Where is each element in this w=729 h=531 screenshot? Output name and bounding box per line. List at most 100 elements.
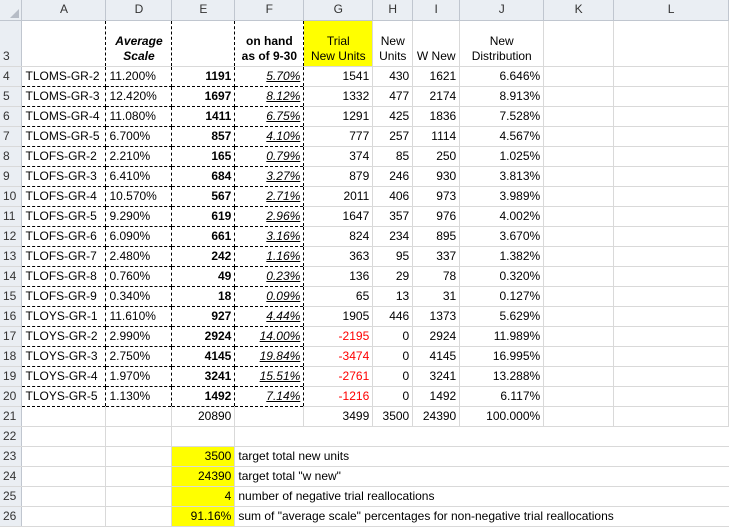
group-name-cell[interactable]: TLOFS-GR-4 [21,186,107,207]
trial-new-units-cell[interactable]: 2011 [303,186,374,207]
new-distribution-cell[interactable]: 11.989% [459,326,545,347]
trial-new-units-cell[interactable]: -1216 [303,386,374,407]
on-hand-percent-cell[interactable]: 8.12% [234,86,305,107]
on-hand-cell[interactable]: 1697 [171,86,236,107]
cell[interactable] [543,366,615,387]
average-scale-cell[interactable]: 11.200% [105,66,173,87]
column-header-k[interactable]: K [543,0,615,21]
column-header-e[interactable]: E [171,0,236,21]
new-units-header[interactable]: New Units [372,20,414,67]
average-scale-cell[interactable]: 6.410% [105,166,173,187]
cell[interactable] [543,226,615,247]
note-text-cell[interactable]: number of negative trial reallocations [234,486,729,507]
cell-k3[interactable] [543,20,615,67]
cell[interactable] [613,146,729,167]
row-header[interactable]: 20 [0,386,23,407]
row-header[interactable]: 10 [0,186,23,207]
w-new-cell[interactable]: 930 [412,166,461,187]
on-hand-percent-cell[interactable]: 0.09% [234,286,305,307]
new-units-cell[interactable]: 0 [372,346,414,367]
trial-new-units-cell[interactable]: 777 [303,126,374,147]
new-units-cell[interactable]: 0 [372,386,414,407]
cell[interactable] [613,326,729,347]
note-value-cell[interactable]: 91.16% [171,506,236,527]
w-new-cell[interactable]: 1114 [412,126,461,147]
average-scale-cell[interactable]: 2.750% [105,346,173,367]
row-header[interactable]: 18 [0,346,23,367]
on-hand-percent-cell[interactable]: 3.16% [234,226,305,247]
group-name-cell[interactable]: TLOFS-GR-7 [21,246,107,267]
on-hand-cell[interactable]: 1411 [171,106,236,127]
trial-new-units-cell[interactable]: 1291 [303,106,374,127]
average-scale-cell[interactable]: 11.080% [105,106,173,127]
new-distribution-cell[interactable]: 3.813% [459,166,545,187]
new-units-cell[interactable]: 357 [372,206,414,227]
column-header-h[interactable]: H [372,0,414,21]
cell[interactable] [21,466,107,487]
cell[interactable] [543,306,615,327]
trial-new-units-cell[interactable]: 1905 [303,306,374,327]
cell[interactable] [543,106,615,127]
new-distribution-cell[interactable]: 8.913% [459,86,545,107]
on-hand-percent-cell[interactable]: 5.70% [234,66,305,87]
w-new-header[interactable]: W New [412,20,461,67]
cell[interactable] [543,126,615,147]
row-header[interactable]: 4 [0,66,23,87]
new-units-cell[interactable]: 0 [372,366,414,387]
cell-l3[interactable] [613,20,729,67]
trial-new-units-cell[interactable]: 824 [303,226,374,247]
cell[interactable] [613,126,729,147]
new-distribution-cell[interactable]: 0.127% [459,286,545,307]
trial-new-units-cell[interactable]: -2761 [303,366,374,387]
cell[interactable] [613,106,729,127]
w-new-cell[interactable]: 4145 [412,346,461,367]
on-hand-cell[interactable]: 1492 [171,386,236,407]
on-hand-total[interactable]: 20890 [171,406,236,427]
new-distribution-cell[interactable]: 16.995% [459,346,545,367]
on-hand-cell[interactable]: 684 [171,166,236,187]
cell[interactable] [105,406,173,427]
on-hand-percent-cell[interactable]: 3.27% [234,166,305,187]
row-header[interactable]: 22 [0,426,23,447]
column-header-g[interactable]: G [303,0,374,21]
trial-new-units-cell[interactable]: 374 [303,146,374,167]
trial-new-units-cell[interactable]: 363 [303,246,374,267]
new-distribution-cell[interactable]: 1.025% [459,146,545,167]
cell[interactable] [21,406,107,427]
row-header[interactable]: 26 [0,506,23,527]
on-hand-percent-cell[interactable]: 19.84% [234,346,305,367]
new-distribution-cell[interactable]: 3.989% [459,186,545,207]
average-scale-cell[interactable]: 10.570% [105,186,173,207]
new-units-cell[interactable]: 0 [372,326,414,347]
cell[interactable] [543,186,615,207]
row-header[interactable]: 14 [0,266,23,287]
column-header-f[interactable]: F [234,0,305,21]
column-header-a[interactable]: A [21,0,107,21]
new-units-cell[interactable]: 477 [372,86,414,107]
on-hand-cell[interactable]: 242 [171,246,236,267]
cell[interactable] [613,226,729,247]
cell[interactable] [21,506,107,527]
w-new-cell[interactable]: 1492 [412,386,461,407]
cell-e3[interactable] [171,20,236,67]
on-hand-percent-cell[interactable]: 4.10% [234,126,305,147]
row-header[interactable]: 9 [0,166,23,187]
new-distribution-cell[interactable]: 0.320% [459,266,545,287]
trial-new-units-cell[interactable]: 1647 [303,206,374,227]
note-value-cell[interactable]: 3500 [171,446,236,467]
on-hand-cell[interactable]: 857 [171,126,236,147]
row-header[interactable]: 25 [0,486,23,507]
on-hand-cell[interactable]: 18 [171,286,236,307]
cell[interactable] [21,426,107,447]
note-text-cell[interactable]: target total new units [234,446,729,467]
group-name-cell[interactable]: TLOFS-GR-8 [21,266,107,287]
row-header[interactable]: 17 [0,326,23,347]
w-new-cell[interactable]: 895 [412,226,461,247]
cell[interactable] [105,486,173,507]
group-name-cell[interactable]: TLOFS-GR-3 [21,166,107,187]
group-name-cell[interactable]: TLOMS-GR-4 [21,106,107,127]
average-scale-cell[interactable]: 2.990% [105,326,173,347]
on-hand-cell[interactable]: 4145 [171,346,236,367]
trial-new-units-header[interactable]: Trial New Units [303,20,374,67]
on-hand-cell[interactable]: 927 [171,306,236,327]
